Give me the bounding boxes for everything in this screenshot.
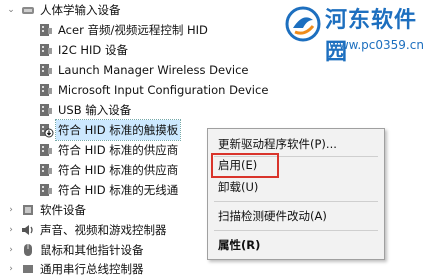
usb-icon [20,261,36,277]
device-label: 符合 HID 标准的触摸板 [54,119,182,141]
expand-arrow-icon[interactable]: › [6,220,16,240]
enable-highlight-box [211,153,279,178]
hid-device-icon [38,42,54,58]
device-label: Launch Manager Wireless Device [58,63,249,77]
hid-device-icon [38,182,54,198]
hid-category-icon [20,2,36,18]
menu-properties[interactable]: 属性(R) [208,234,384,256]
hid-device-icon [38,62,54,78]
watermark-logo-icon [285,6,321,42]
menu-uninstall[interactable]: 卸载(U) [208,176,384,198]
expand-arrow-icon[interactable]: › [6,259,16,279]
menu-separator [214,201,378,202]
speaker-icon [20,222,36,238]
software-device-icon [20,202,36,218]
device-label: Microsoft Input Configuration Device [58,83,269,97]
collapse-arrow-icon[interactable]: ⌄ [6,0,16,20]
expand-arrow-icon[interactable]: › [6,200,16,220]
hid-device-icon [38,22,54,38]
hid-device-icon [38,82,54,98]
category-label: 声音、视频和游戏控制器 [40,223,167,237]
device-label: I2C HID 设备 [58,43,128,57]
watermark-title: 河东软件园 [325,8,418,65]
hid-device-icon [38,102,54,118]
expand-arrow-icon[interactable]: › [6,240,16,260]
category-label: 鼠标和其他指针设备 [40,243,144,257]
menu-scan-hardware[interactable]: 扫描检测硬件改动(A) [208,205,384,227]
category-label: 软件设备 [40,203,86,217]
device-label: 符合 HID 标准的供应商 [58,163,179,177]
device-label: 符合 HID 标准的无线通 [58,183,179,197]
hid-device-icon [38,142,54,158]
watermark: 河东软件园 www.pc0359.cn [283,0,439,70]
device-label: Acer 音频/视频远程控制 HID [58,23,208,37]
device-label: 符合 HID 标准的供应商 [58,143,179,157]
device-label: USB 输入设备 [58,103,132,117]
watermark-url: www.pc0359.cn [329,38,424,52]
disabled-device-icon [38,122,54,138]
category-label: 人体学输入设备 [40,3,121,17]
menu-separator [214,230,378,231]
category-label: 通用串行总线控制器 [40,262,144,276]
context-menu: 更新驱动程序软件(P)... 启用(E) 卸载(U) 扫描检测硬件改动(A) 属… [207,128,385,260]
menu-update-driver[interactable]: 更新驱动程序软件(P)... [208,133,384,155]
mouse-icon [20,242,36,258]
hid-device-icon [38,162,54,178]
